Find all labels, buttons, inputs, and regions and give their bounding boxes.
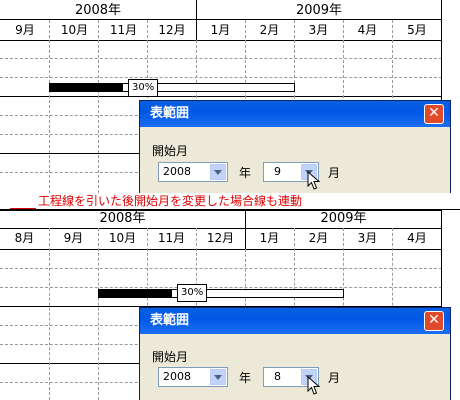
panel-separator — [0, 209, 460, 210]
range-dialog: 表範囲 ✕ 開始月 2008 年 8 月 — [139, 307, 451, 400]
month-header: 3月 — [308, 23, 329, 37]
month-header: 1月 — [210, 23, 231, 37]
dialog-titlebar[interactable]: 表範囲 ✕ — [140, 308, 450, 334]
chevron-down-icon[interactable] — [210, 164, 226, 180]
month-header: 10月 — [60, 23, 89, 37]
year-header: 2008年 — [74, 3, 122, 18]
month-header: 4月 — [357, 23, 378, 37]
month-header: 11月 — [157, 231, 186, 245]
month-header: 8月 — [14, 231, 35, 245]
month-header: 2月 — [259, 23, 280, 37]
month-unit-label: 月 — [328, 371, 341, 385]
year-unit-label: 年 — [239, 371, 252, 385]
month-select-value: 9 — [274, 165, 281, 178]
month-header: 11月 — [109, 23, 138, 37]
chevron-down-icon[interactable] — [210, 369, 226, 385]
dialog-titlebar[interactable]: 表範囲 ✕ — [140, 101, 450, 127]
start-month-label: 開始月 — [152, 350, 189, 364]
mouse-cursor-icon — [307, 376, 321, 395]
mouse-cursor-icon — [307, 171, 321, 190]
month-header: 9月 — [63, 231, 84, 245]
close-icon[interactable]: ✕ — [424, 311, 444, 331]
month-header: 5月 — [407, 23, 427, 37]
start-month-label: 開始月 — [152, 144, 189, 158]
annotation-caption: 工程線を引いた後開始月を変更した場合線も連動 — [0, 193, 460, 210]
year-select-value: 2008 — [163, 165, 191, 178]
year-select[interactable]: 2008 — [158, 367, 228, 387]
progress-label: 30% — [128, 79, 159, 97]
dialog-title: 表範囲 — [150, 106, 190, 121]
gantt-sheet-top: 2008年 2009年 9月 10月 11月 12月 1月 2月 3月 4月 5… — [0, 0, 460, 193]
dialog-title: 表範囲 — [150, 313, 190, 328]
month-header: 9月 — [15, 23, 35, 37]
year-header: 2009年 — [295, 3, 343, 18]
year-header: 2009年 — [320, 211, 367, 226]
month-unit-label: 月 — [328, 166, 341, 180]
month-header: 4月 — [407, 231, 427, 245]
month-select-value: 8 — [274, 370, 281, 383]
progress-fill — [50, 84, 124, 91]
month-header: 12月 — [206, 231, 235, 245]
range-dialog: 表範囲 ✕ 開始月 2008 年 9 月 — [139, 100, 451, 193]
caption-text: 工程線を引いた後開始月を変更した場合線も連動 — [38, 194, 303, 208]
close-icon[interactable]: ✕ — [424, 104, 444, 124]
progress-label: 30% — [177, 284, 208, 302]
year-header: 2008年 — [99, 211, 146, 226]
progress-fill — [99, 290, 173, 297]
month-header: 10月 — [108, 231, 137, 245]
gantt-sheet-bottom: 2008年 2009年 8月 9月 10月 11月 12月 1月 2月 3月 4… — [0, 210, 460, 400]
progress-bar[interactable] — [49, 83, 295, 92]
year-select[interactable]: 2008 — [158, 162, 228, 182]
progress-bar[interactable] — [98, 289, 344, 298]
year-unit-label: 年 — [239, 166, 252, 180]
month-header: 2月 — [308, 231, 329, 245]
year-select-value: 2008 — [163, 370, 191, 383]
month-header: 12月 — [158, 23, 186, 37]
month-header: 3月 — [357, 231, 378, 245]
month-header: 1月 — [259, 231, 280, 245]
